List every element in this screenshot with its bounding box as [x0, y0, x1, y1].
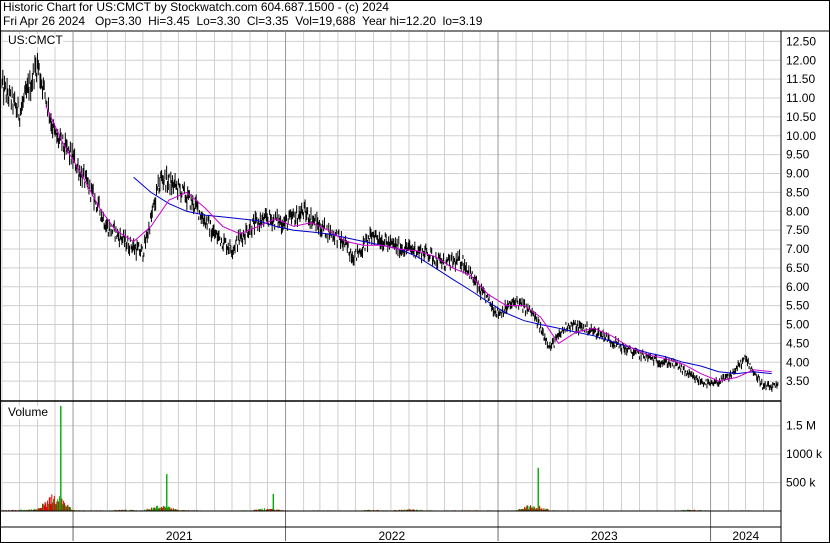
price-y-tick-label: 6.00	[786, 280, 810, 294]
price-y-tick-label: 8.50	[786, 185, 810, 199]
price-y-tick-label: 7.50	[786, 223, 810, 237]
price-y-tick-label: 6.50	[786, 261, 810, 275]
volume-y-tick-label: 1000 k	[786, 447, 823, 461]
x-tick-label: 2024	[732, 529, 759, 543]
grid-lines	[1, 32, 781, 541]
volume-bars	[1, 405, 779, 511]
price-y-tick-label: 12.50	[786, 34, 816, 48]
price-y-tick-label: 10.00	[786, 129, 816, 143]
price-y-tick-label: 5.50	[786, 299, 810, 313]
x-tick-label: 2021	[166, 529, 193, 543]
price-y-tick-label: 7.00	[786, 242, 810, 256]
chart-header-title: Historic Chart for US:CMCT by Stockwatch…	[3, 0, 389, 14]
price-y-tick-label: 11.50	[786, 72, 815, 86]
chart-frame	[0, 0, 830, 543]
price-y-tick-label: 10.50	[786, 110, 816, 124]
x-tick-label: 2022	[378, 529, 405, 543]
volume-panel-label: Volume	[8, 405, 49, 419]
x-tick-labels: 2021 2022 2023 2024	[166, 529, 760, 543]
price-y-tick-label: 5.00	[786, 318, 810, 332]
price-y-tick-label: 9.50	[786, 148, 810, 162]
price-y-tick-label: 3.50	[786, 374, 810, 388]
price-bars	[1, 52, 779, 392]
price-y-tick-label: 8.00	[786, 204, 810, 218]
volume-y-tick-label: 1.5 M	[786, 419, 816, 433]
price-panel-label: US:CMCT	[8, 33, 63, 47]
x-tick-label: 2023	[591, 529, 618, 543]
chart-header-quote: Fri Apr 26 2024 Op=3.30 Hi=3.45 Lo=3.30 …	[3, 14, 483, 28]
price-y-tick-label: 9.00	[786, 167, 810, 181]
stock-chart: 3.50 4.00 4.50 5.00 5.50 6.00 6.50 7.00 7.50 8.00…	[0, 0, 830, 543]
price-y-tick-label: 11.00	[786, 91, 815, 105]
price-y-tick-label: 4.00	[786, 355, 810, 369]
volume-y-tick-label: 500 k	[786, 476, 816, 490]
price-y-tick-label: 4.50	[786, 336, 810, 350]
ma-long-line	[133, 176, 772, 375]
price-y-tick-label: 12.00	[786, 53, 816, 67]
y-tick-labels: 3.50 4.00 4.50 5.00 5.50 6.00 6.50 7.00 7.50 8.00…	[786, 34, 823, 489]
outer-border	[0, 0, 830, 543]
